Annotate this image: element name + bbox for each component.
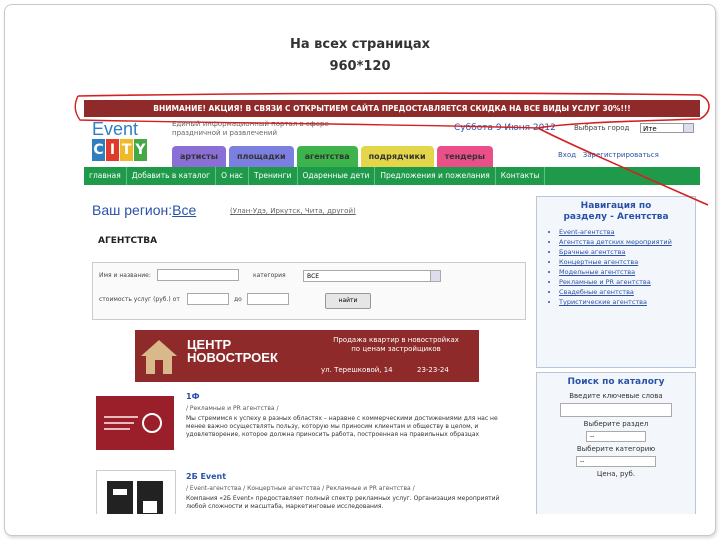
current-date: Суббота 9 Июня 2012 (454, 123, 556, 133)
nav-suggestions[interactable]: Предложения и пожелания (375, 167, 496, 185)
section-select-label: Выберите раздел (583, 420, 649, 428)
site-tagline: Единый информационный портал в сфере пра… (172, 120, 329, 137)
region-value[interactable]: Все (172, 202, 196, 218)
register-link[interactable]: Зарегистрироваться (583, 151, 659, 159)
name-input[interactable] (157, 269, 239, 281)
sidebar-nav-list: Event-агентства Агентства детских меропр… (537, 227, 695, 307)
main-nav: главная Добавить в каталог О нас Тренинг… (84, 167, 700, 185)
sidebar-item[interactable]: Концертные агентства (559, 257, 695, 267)
sidebar-item[interactable]: Туристические агентства (559, 297, 695, 307)
region-heading: Ваш регион:Все (92, 202, 196, 218)
nav-trainings[interactable]: Тренинги (249, 167, 298, 185)
agency-description: Компания «2Б Event» предоставляет полный… (186, 495, 500, 510)
section-select-value: -- (590, 433, 595, 440)
section-select[interactable]: -- (586, 431, 646, 442)
agency-category[interactable]: / Event-агентства / Концертные агентства… (186, 485, 415, 492)
region-label: Ваш регион: (92, 202, 173, 218)
page-title: АГЕНТСТВА (98, 236, 158, 246)
website-screenshot: ВНИМАНИЕ! АКЦИЯ! В СВЯЗИ С ОТКРЫТИЕМ САЙ… (84, 100, 700, 514)
agency-emblem-icon (107, 481, 163, 514)
tab-contractors[interactable]: подрядчики (360, 146, 434, 167)
logo-letter: T (120, 139, 133, 161)
logo-letter: I (106, 139, 119, 161)
logo-letter: C (92, 139, 105, 161)
ad-title-line2: НОВОСТРОЕК (187, 350, 278, 365)
sidebar-item[interactable]: Агентства детских мероприятий (559, 237, 695, 247)
promo-banner[interactable]: ВНИМАНИЕ! АКЦИЯ! В СВЯЗИ С ОТКРЫТИЕМ САЙ… (84, 100, 700, 117)
cost-label: стоимость услуг (руб.) от (99, 296, 180, 303)
agency-name[interactable]: 2Б Event (186, 472, 226, 481)
cost-to-input[interactable] (247, 293, 289, 305)
ad-banner[interactable]: ЦЕНТР НОВОСТРОЕК Продажа квартир в новос… (135, 330, 479, 382)
nav-about[interactable]: О нас (216, 167, 250, 185)
agency-logo-1f[interactable] (96, 396, 174, 450)
category-select-label: Выберите категорию (576, 445, 656, 453)
city-select-label: Выбрать город (574, 124, 630, 132)
name-label: Имя и название: (99, 272, 151, 279)
sidebar-item[interactable]: Модельные агентства (559, 267, 695, 277)
cost-to-label: до (234, 296, 242, 303)
nav-home[interactable]: главная (84, 167, 127, 185)
ad-address: ул. Терешковой, 14 (321, 366, 393, 374)
slide-title-line1: На всех страницах (289, 37, 431, 52)
ad-slogan: Продажа квартир в новостройках по ценам … (321, 336, 471, 354)
find-button[interactable]: найти (325, 293, 371, 309)
sidebar-category-select[interactable]: -- (576, 456, 656, 467)
chevron-down-icon (430, 271, 440, 281)
slide-title: На всех страницах 960*120 (0, 34, 720, 78)
ad-slogan-line2: по ценам застройщиков (351, 345, 441, 353)
sidebar-nav-title: Навигация по разделу - Агентства (537, 197, 695, 227)
sidebar-item[interactable]: Рекламные и PR агентства (559, 277, 695, 287)
agency-category[interactable]: / Рекламные и PR агентства / (186, 405, 279, 412)
category-select-value: ВСЕ (307, 273, 320, 280)
logo-event-text[interactable]: Event (92, 119, 138, 140)
keyword-label: Введите ключевые слова (569, 392, 663, 400)
keyword-input[interactable] (560, 403, 672, 417)
tab-agencies[interactable]: агентства (296, 146, 358, 167)
sidebar-item[interactable]: Event-агентства (559, 227, 695, 237)
tab-artists[interactable]: артисты (172, 146, 226, 167)
agency-search-form: Имя и название: категория ВСЕ стоимость … (92, 262, 526, 320)
site-header: Event C I T Y Единый информационный порт… (84, 117, 700, 167)
sidebar-category-value: -- (580, 458, 585, 465)
sidebar-item[interactable]: Брачные агентства (559, 247, 695, 257)
agency-logo-2b[interactable] (96, 470, 176, 514)
sidebar-item[interactable]: Свадебные агентства (559, 287, 695, 297)
slide-title-line2: 960*120 (329, 59, 391, 74)
sidebar-search-title: Поиск по каталогу (567, 377, 665, 387)
tab-tenders[interactable]: тендеры (436, 146, 494, 167)
tab-venues[interactable]: площадки (228, 146, 294, 167)
category-tabs: артисты площадки агентства подрядчики те… (172, 146, 494, 167)
price-label: Цена, руб. (596, 470, 636, 478)
nav-contacts[interactable]: Контакты (496, 167, 546, 185)
cost-from-input[interactable] (187, 293, 229, 305)
agency-name[interactable]: 1Ф (186, 392, 200, 401)
ad-slogan-line1: Продажа квартир в новостройках (333, 336, 459, 344)
agency-description: Мы стремимся к успеху в разных областях … (186, 415, 498, 438)
category-label: категория (253, 272, 286, 279)
auth-links: Вход Зарегистрироваться (558, 151, 659, 159)
ad-title: ЦЕНТР НОВОСТРОЕК (187, 338, 278, 364)
ad-phone: 23-23-24 (417, 366, 449, 374)
sidebar-nav-title-line2: разделу - Агентства (563, 212, 669, 222)
city-select-value: Ите (643, 125, 657, 133)
nav-gifted-children[interactable]: Одаренные дети (298, 167, 376, 185)
agency-emblem-icon (104, 413, 162, 433)
sidebar-section-nav: Навигация по разделу - Агентства Event-а… (536, 196, 696, 368)
sidebar-catalog-search: Поиск по каталогу Введите ключевые слова… (536, 372, 696, 514)
region-links[interactable]: (Улан-Удэ, Иркутск, Чита, другой) (230, 207, 356, 215)
nav-add-to-catalog[interactable]: Добавить в каталог (127, 167, 217, 185)
logo-city[interactable]: C I T Y (92, 139, 147, 161)
house-icon (141, 340, 177, 374)
chevron-down-icon (683, 124, 693, 132)
category-select[interactable]: ВСЕ (303, 270, 441, 282)
city-select[interactable]: Ите (640, 123, 694, 133)
logo-letter: Y (134, 139, 147, 161)
sidebar-nav-title-line1: Навигация по (580, 201, 652, 211)
login-link[interactable]: Вход (558, 151, 576, 159)
